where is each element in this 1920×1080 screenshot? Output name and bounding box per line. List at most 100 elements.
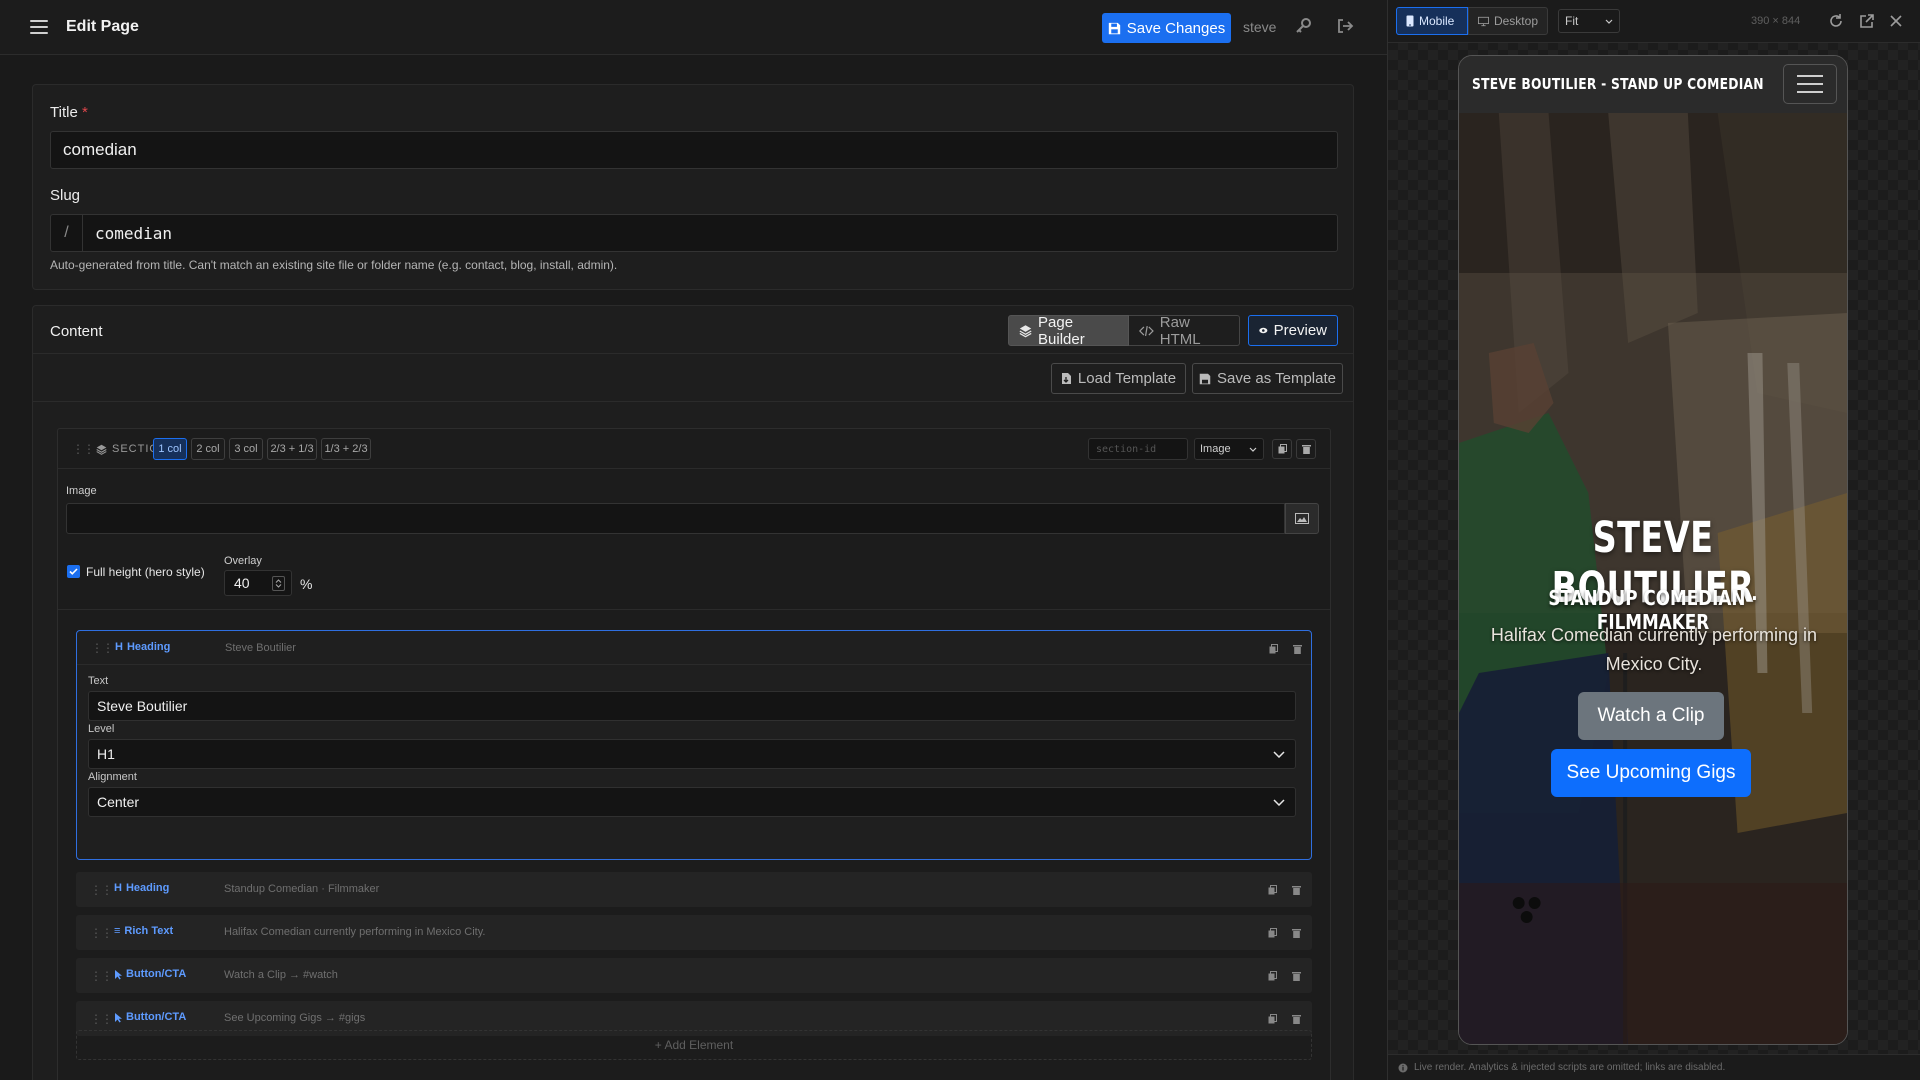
- image-icon: [1295, 513, 1309, 524]
- overlay-input[interactable]: 40: [224, 570, 292, 596]
- image-url-input[interactable]: [66, 503, 1285, 534]
- preview-button[interactable]: Preview: [1248, 315, 1338, 346]
- load-template-button[interactable]: Load Template: [1051, 363, 1186, 394]
- site-brand[interactable]: STEVE BOUTILIER - STAND UP COMEDIAN: [1472, 75, 1764, 93]
- pointer-icon: [115, 1012, 122, 1022]
- trash-icon: [1291, 972, 1301, 981]
- duplicate-element-button[interactable]: [1262, 966, 1282, 986]
- delete-element-button[interactable]: [1287, 639, 1307, 659]
- key-icon[interactable]: [1294, 17, 1312, 35]
- user-name[interactable]: steve: [1243, 19, 1276, 35]
- element-type: Button/CTA: [114, 1011, 186, 1023]
- overlay-value: 40: [234, 575, 250, 591]
- page-builder-label: Page Builder: [1038, 313, 1085, 348]
- save-button[interactable]: Save Changes: [1102, 13, 1231, 43]
- drag-handle-icon[interactable]: ⋮⋮: [90, 969, 113, 983]
- layout-2-col[interactable]: 2 col: [191, 438, 225, 460]
- element-summary: See Upcoming Gigs → #gigs: [224, 1012, 366, 1024]
- chevron-down-icon: [1605, 19, 1613, 24]
- upcoming-gigs-button[interactable]: See Upcoming Gigs: [1551, 749, 1751, 797]
- save-icon: [1108, 22, 1120, 34]
- logout-icon[interactable]: [1336, 17, 1354, 35]
- zoom-select[interactable]: Fit: [1558, 9, 1620, 33]
- page-builder-tab[interactable]: Page Builder: [1008, 313, 1129, 348]
- element-list: ⋮⋮ H Heading Steve Boutilier Text Steve …: [58, 609, 1330, 1080]
- element-summary: Halifax Comedian currently performing in…: [224, 926, 486, 938]
- element-rich-text[interactable]: ⋮⋮ ≡ Rich Text Halifax Comedian currently…: [76, 915, 1312, 950]
- layout-3-col[interactable]: 3 col: [229, 438, 263, 460]
- copy-icon: [1268, 1014, 1277, 1024]
- element-summary: Watch a Clip → #watch: [224, 969, 338, 981]
- alignment-field-label: Alignment: [88, 771, 137, 783]
- reload-icon[interactable]: [1828, 13, 1844, 29]
- duplicate-element-button[interactable]: [1262, 1009, 1282, 1029]
- check-icon: [69, 568, 78, 575]
- element-heading-expanded: ⋮⋮ H Heading Steve Boutilier Text Steve …: [76, 630, 1312, 860]
- element-type: Button/CTA: [114, 968, 186, 980]
- slug-input[interactable]: / comedian: [50, 214, 1338, 252]
- page-title: Edit Page: [66, 18, 139, 35]
- duplicate-element-button[interactable]: [1263, 639, 1283, 659]
- layout-2-3-1-3[interactable]: 2/3 + 1/3: [267, 438, 317, 460]
- delete-element-button[interactable]: [1286, 966, 1306, 986]
- drag-handle-icon[interactable]: ⋮⋮: [91, 641, 114, 655]
- trash-icon: [1301, 445, 1311, 454]
- tab-desktop[interactable]: Desktop: [1468, 7, 1548, 35]
- duplicate-element-button[interactable]: [1262, 880, 1282, 900]
- preview-footer-note: Live render. Analytics & injected script…: [1414, 1062, 1726, 1073]
- layers-icon: [96, 444, 107, 455]
- duplicate-section-button[interactable]: [1272, 439, 1292, 459]
- save-icon: [1199, 373, 1211, 384]
- drag-handle-icon[interactable]: ⋮⋮: [90, 1012, 113, 1026]
- element-header[interactable]: ⋮⋮ H Heading Steve Boutilier: [77, 631, 1311, 665]
- external-link-icon[interactable]: [1859, 13, 1875, 29]
- hero-section: STEVE BOUTILIER STANDUP COMEDIAN · FILMM…: [1459, 113, 1847, 1044]
- code-icon: [1139, 325, 1154, 336]
- level-field-label: Level: [88, 723, 115, 735]
- image-picker-button[interactable]: [1285, 503, 1319, 534]
- copy-icon: [1268, 885, 1277, 895]
- section-id-input[interactable]: section-id: [1088, 438, 1188, 460]
- drag-handle-icon[interactable]: ⋮⋮: [72, 442, 95, 456]
- layout-1-col[interactable]: 1 col: [153, 438, 187, 460]
- slug-help-text: Auto-generated from title. Can't match a…: [50, 258, 618, 272]
- close-icon[interactable]: [1888, 13, 1904, 29]
- element-button-cta[interactable]: ⋮⋮ Button/CTA Watch a Clip → #watch: [76, 958, 1312, 993]
- copy-icon: [1268, 971, 1277, 981]
- preview-footer: Live render. Analytics & injected script…: [1388, 1054, 1920, 1080]
- required-marker: *: [81, 104, 88, 121]
- heading-text-input[interactable]: Steve Boutilier: [88, 691, 1296, 721]
- overlay-stepper[interactable]: [272, 576, 285, 591]
- add-element-button[interactable]: + Add Element: [76, 1030, 1312, 1060]
- duplicate-element-button[interactable]: [1262, 923, 1282, 943]
- save-template-button[interactable]: Save as Template: [1192, 363, 1343, 394]
- page-editor: Edit Page Save Changes steve Title * com…: [0, 0, 1387, 1080]
- heading-alignment-select[interactable]: Center: [88, 787, 1296, 817]
- element-heading[interactable]: ⋮⋮ H Heading Standup Comedian · Filmmaker: [76, 872, 1312, 907]
- heading-icon: H: [114, 882, 122, 894]
- preview-pane: Mobile Desktop Fit 390 × 844 STEVE BOUTI…: [1387, 0, 1920, 1080]
- full-height-checkbox[interactable]: [67, 565, 80, 578]
- raw-html-tab[interactable]: Raw HTML: [1129, 314, 1240, 348]
- delete-element-button[interactable]: [1286, 1009, 1306, 1029]
- drag-handle-icon[interactable]: ⋮⋮: [90, 926, 113, 940]
- drag-handle-icon[interactable]: ⋮⋮: [90, 883, 113, 897]
- mobile-icon: [1406, 15, 1414, 27]
- delete-element-button[interactable]: [1286, 880, 1306, 900]
- menu-icon[interactable]: [28, 16, 50, 38]
- title-input[interactable]: comedian: [50, 131, 1338, 169]
- tab-mobile[interactable]: Mobile: [1396, 7, 1468, 35]
- full-height-label: Full height (hero style): [86, 565, 205, 579]
- element-type: ≡ Rich Text: [114, 925, 174, 937]
- section-background-select[interactable]: Image: [1194, 438, 1264, 460]
- content-header: Content Page Builder Raw HTML Preview: [33, 306, 1353, 354]
- layout-1-3-2-3[interactable]: 1/3 + 2/3: [321, 438, 371, 460]
- delete-element-button[interactable]: [1286, 923, 1306, 943]
- desktop-icon: [1478, 16, 1489, 26]
- watch-clip-button[interactable]: Watch a Clip: [1578, 692, 1724, 740]
- heading-level-select[interactable]: H1: [88, 739, 1296, 769]
- delete-section-button[interactable]: [1296, 439, 1316, 459]
- preview-label: Preview: [1273, 322, 1327, 339]
- hamburger-menu-icon[interactable]: [1783, 64, 1837, 104]
- text-align-icon: ≡: [114, 925, 121, 937]
